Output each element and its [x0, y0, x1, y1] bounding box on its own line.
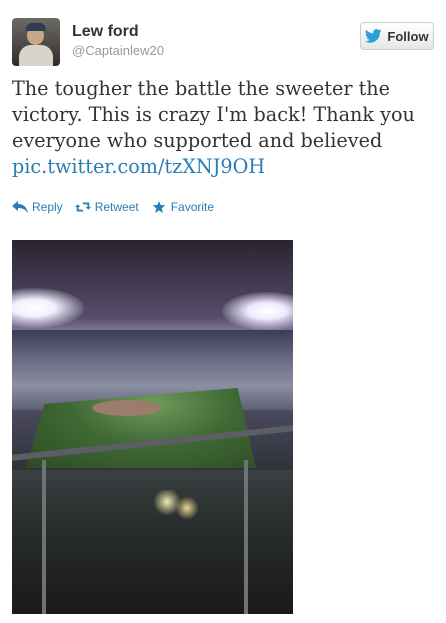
user-names: Lew ford @Captainlew20 — [72, 22, 164, 60]
stadium-photo[interactable] — [12, 240, 293, 614]
retweet-icon — [74, 202, 91, 212]
balcony-post — [42, 460, 46, 614]
retweet-label: Retweet — [94, 200, 139, 214]
follow-label: Follow — [387, 28, 429, 44]
tweet-media-link[interactable]: pic.twitter.com/tzXNJ9OH — [12, 154, 436, 180]
avatar-cap — [26, 23, 46, 31]
retweet-action[interactable]: Retweet — [74, 200, 139, 214]
balcony-post — [244, 460, 248, 614]
favorite-label: Favorite — [170, 200, 215, 214]
star-icon — [152, 201, 166, 213]
infield-dirt — [92, 400, 162, 416]
ground-lights — [152, 490, 202, 520]
tweet-text: The tougher the battle the sweeter the v… — [12, 76, 436, 180]
favorite-action[interactable]: Favorite — [151, 200, 214, 214]
reply-label: Reply — [32, 200, 63, 214]
reply-action[interactable]: Reply — [12, 200, 63, 214]
avatar-body — [19, 45, 53, 66]
tweet-header: Lew ford @Captainlew20 Follow — [12, 18, 434, 66]
reply-arrow-icon — [12, 201, 28, 213]
follow-button[interactable]: Follow — [360, 22, 434, 50]
avatar[interactable] — [12, 18, 60, 66]
user-full-name[interactable]: Lew ford — [72, 22, 164, 42]
tweet-body: The tougher the battle the sweeter the v… — [12, 77, 415, 152]
twitter-bird-icon — [365, 29, 383, 43]
user-handle[interactable]: @Captainlew20 — [72, 42, 164, 60]
tweet-actions: Reply Retweet Favorite — [12, 200, 214, 214]
